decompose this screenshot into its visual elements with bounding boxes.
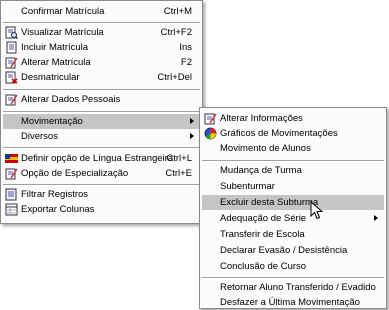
menu-item-label: Definir opção de Língua Estrangeira (21, 153, 174, 164)
submenu-item-declarar-evasao[interactable]: Declarar Evasão / Desistência (202, 243, 384, 258)
flag-icon (5, 152, 18, 165)
filter-icon (5, 188, 18, 201)
add-document-icon (5, 41, 18, 54)
edit-document-icon (5, 56, 18, 69)
submenu-arrow-icon (190, 133, 194, 139)
menu-item-label: Movimento de Alunos (220, 143, 311, 154)
menu-item-label: Declarar Evasão / Desistência (220, 245, 348, 256)
menu-item-label: Adequação de Série (220, 213, 307, 224)
menu-item-label: Incluir Matrícula (21, 42, 89, 53)
remove-document-icon (5, 71, 18, 84)
submenu-item-adequacao-serie[interactable]: Adequação de Série (202, 211, 384, 226)
menu-item-label: Gráficos de Movimentações (220, 128, 338, 139)
menu-item-label: Transferir de Escola (220, 229, 305, 240)
menu-item-filtrar-registros[interactable]: Filtrar Registros (3, 187, 200, 202)
edit-document-icon (5, 93, 18, 106)
submenu-item-movimento-alunos[interactable]: Movimento de Alunos (202, 141, 384, 156)
menu-item-label: Subenturmar (220, 181, 275, 192)
pie-chart-icon (204, 127, 217, 140)
menu-item-label: Diversos (21, 131, 58, 142)
menu-item-label: Opção de Especialização (21, 168, 129, 179)
view-document-icon (5, 26, 18, 39)
submenu-item-alterar-informacoes[interactable]: Alterar Informações (202, 111, 384, 126)
menu-item-confirmar-matricula[interactable]: Confirmar Matrícula Ctrl+M (3, 4, 200, 19)
menu-item-label: Alterar Informações (220, 113, 303, 124)
menu-item-shortcut: Ctrl+M (163, 6, 192, 17)
menu-item-movimentacao[interactable]: Movimentação (3, 114, 200, 129)
menu-separator (3, 22, 200, 24)
menu-item-shortcut: Ins (179, 42, 192, 53)
edit-document-icon (204, 112, 217, 125)
submenu-item-transferir-escola[interactable]: Transferir de Escola (202, 227, 384, 242)
menu-separator (3, 147, 200, 149)
submenu-movimentacao: Alterar Informações Gráficos de Moviment… (199, 107, 387, 309)
context-menu: Confirmar Matrícula Ctrl+M Visualizar Ma… (0, 0, 203, 224)
menu-separator (202, 160, 384, 162)
menu-item-label: Filtrar Registros (21, 189, 89, 200)
submenu-item-mudanca-turma[interactable]: Mudança de Turma (202, 163, 384, 178)
menu-item-label: Desfazer a Última Movimentação (220, 297, 360, 308)
menu-item-alterar-dados-pessoais[interactable]: Alterar Dados Pessoais (3, 92, 200, 107)
menu-item-label: Exportar Colunas (21, 204, 95, 215)
menu-item-shortcut: Ctrl+L (166, 153, 192, 164)
menu-separator (3, 111, 200, 113)
menu-item-label: Excluir desta Subturma (220, 197, 319, 208)
menu-item-exportar-colunas[interactable]: Exportar Colunas (3, 202, 200, 217)
submenu-item-excluir-subturma[interactable]: Excluir desta Subturma (202, 195, 384, 210)
menu-separator (202, 277, 384, 279)
edit-document-icon (5, 167, 18, 180)
menu-item-label: Movimentação (21, 116, 83, 127)
menu-item-shortcut: F2 (180, 57, 192, 68)
menu-item-label: Confirmar Matrícula (21, 6, 105, 17)
menu-item-shortcut: Ctrl+E (165, 168, 192, 179)
menu-item-shortcut: Ctrl+F2 (160, 27, 192, 38)
menu-separator (3, 89, 200, 91)
submenu-item-retornar-aluno[interactable]: Retornar Aluno Transferido / Evadido (202, 280, 384, 295)
menu-item-opcao-especializacao[interactable]: Opção de Especialização Ctrl+E (3, 166, 200, 181)
submenu-item-subenturmar[interactable]: Subenturmar (202, 179, 384, 194)
menu-item-definir-lingua[interactable]: Definir opção de Língua Estrangeira Ctrl… (3, 151, 200, 166)
menu-item-desmatricular[interactable]: Desmatricular Ctrl+Del (3, 70, 200, 85)
menu-item-label: Visualizar Matrícula (21, 27, 104, 38)
submenu-item-graficos-movimentacoes[interactable]: Gráficos de Movimentações (202, 126, 384, 141)
menu-item-label: Alterar Dados Pessoais (21, 94, 121, 105)
menu-item-label: Alterar Matrícula (21, 57, 91, 68)
submenu-item-conclusao-curso[interactable]: Conclusão de Curso (202, 259, 384, 274)
submenu-arrow-icon (374, 215, 378, 221)
menu-item-alterar-matricula[interactable]: Alterar Matrícula F2 (3, 55, 200, 70)
mouse-pointer-icon (310, 201, 324, 220)
menu-item-shortcut: Ctrl+Del (157, 72, 192, 83)
submenu-item-desfazer-movimentacao[interactable]: Desfazer a Última Movimentação (202, 295, 384, 310)
menu-item-label: Conclusão de Curso (220, 261, 307, 272)
menu-item-diversos[interactable]: Diversos (3, 129, 200, 144)
menu-item-label: Mudança de Turma (220, 165, 302, 176)
menu-separator (3, 184, 200, 186)
submenu-arrow-icon (190, 118, 194, 124)
menu-item-incluir-matricula[interactable]: Incluir Matrícula Ins (3, 40, 200, 55)
table-icon (5, 203, 18, 216)
menu-item-visualizar-matricula[interactable]: Visualizar Matrícula Ctrl+F2 (3, 25, 200, 40)
menu-item-label: Desmatricular (21, 72, 80, 83)
menu-item-label: Retornar Aluno Transferido / Evadido (220, 282, 376, 293)
